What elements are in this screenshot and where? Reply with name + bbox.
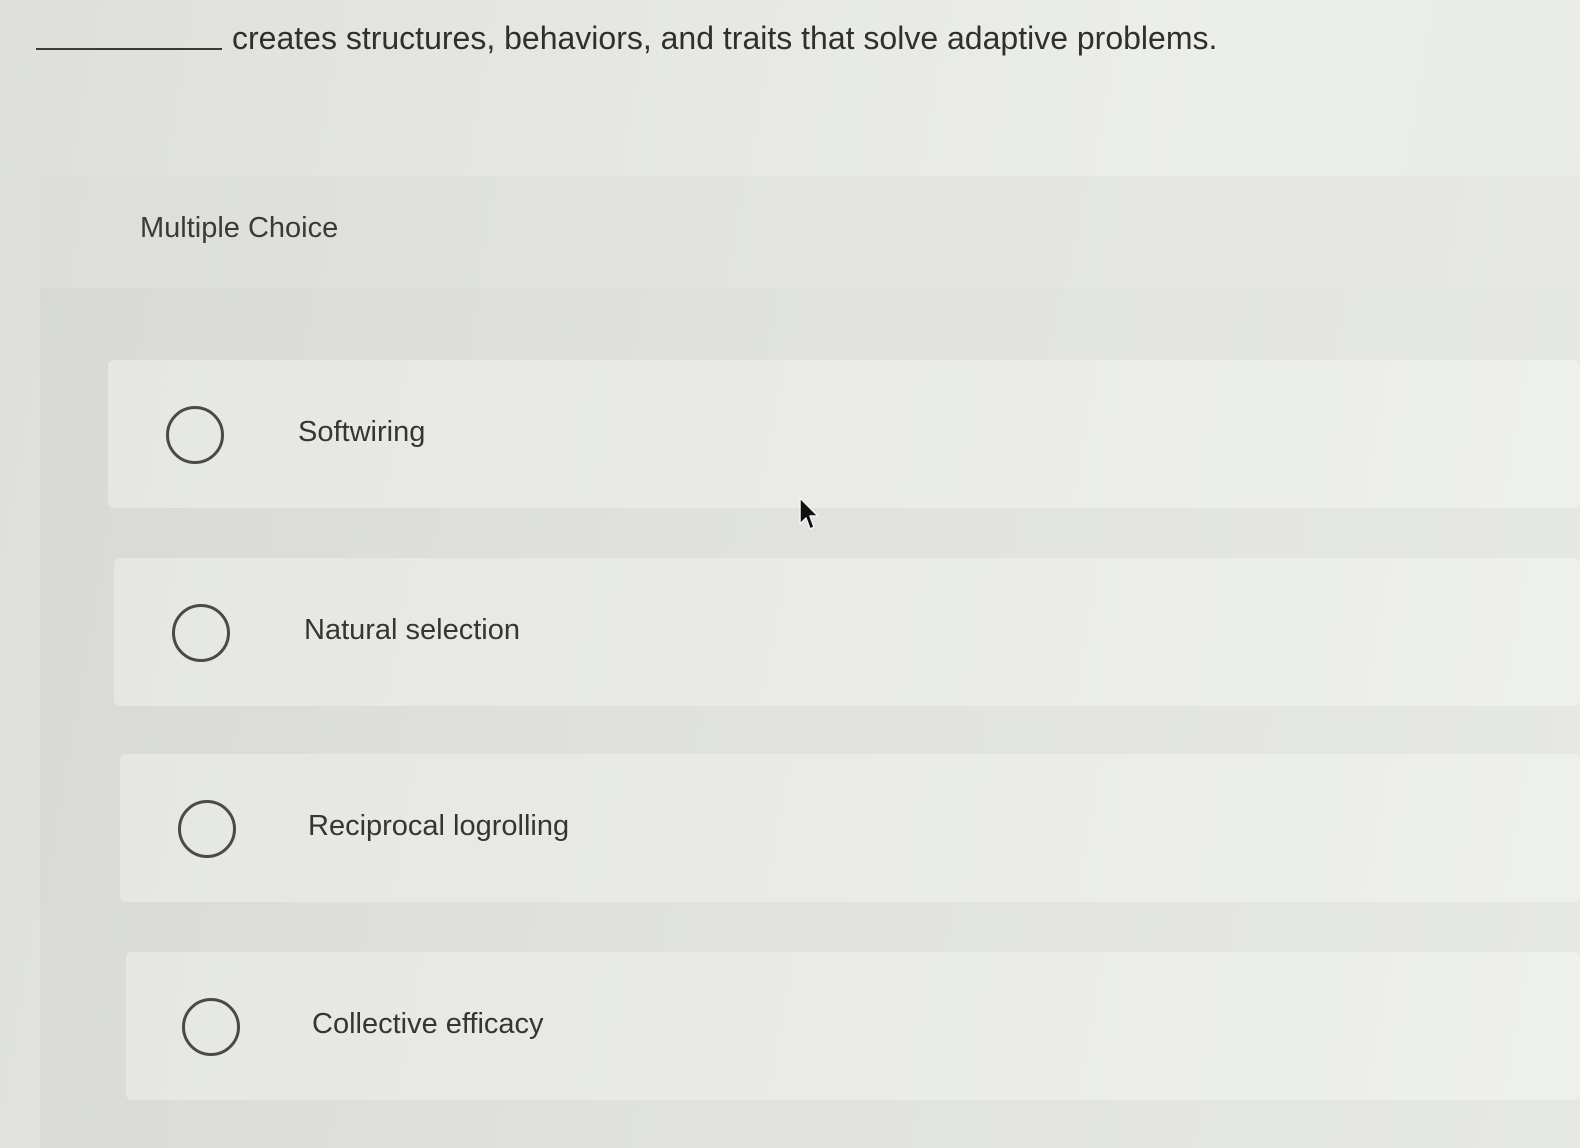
multiple-choice-title: Multiple Choice: [140, 212, 339, 244]
option-label[interactable]: Collective efficacy: [312, 1008, 544, 1041]
radio-button-unchecked-icon[interactable]: [178, 800, 236, 858]
question-text: creates structures, behaviors, and trait…: [232, 20, 1218, 56]
multiple-choice-header: Multiple Choice: [40, 176, 1580, 288]
option-collective-efficacy[interactable]: Collective efficacy: [126, 952, 1580, 1100]
multiple-choice-panel: Multiple Choice Softwiring Natural selec…: [40, 176, 1580, 1148]
radio-button-unchecked-icon[interactable]: [182, 998, 240, 1056]
mouse-pointer-icon: [799, 497, 819, 530]
option-label[interactable]: Reciprocal logrolling: [308, 810, 569, 843]
option-softwiring[interactable]: Softwiring: [108, 360, 1580, 508]
option-label[interactable]: Natural selection: [304, 614, 520, 647]
radio-button-unchecked-icon[interactable]: [172, 604, 230, 662]
answer-blank: [36, 47, 222, 50]
option-label[interactable]: Softwiring: [298, 416, 425, 449]
question-prompt: creates structures, behaviors, and trait…: [36, 14, 1217, 62]
option-reciprocal-logrolling[interactable]: Reciprocal logrolling: [120, 754, 1580, 902]
option-natural-selection[interactable]: Natural selection: [114, 558, 1580, 706]
radio-button-unchecked-icon[interactable]: [166, 406, 224, 464]
